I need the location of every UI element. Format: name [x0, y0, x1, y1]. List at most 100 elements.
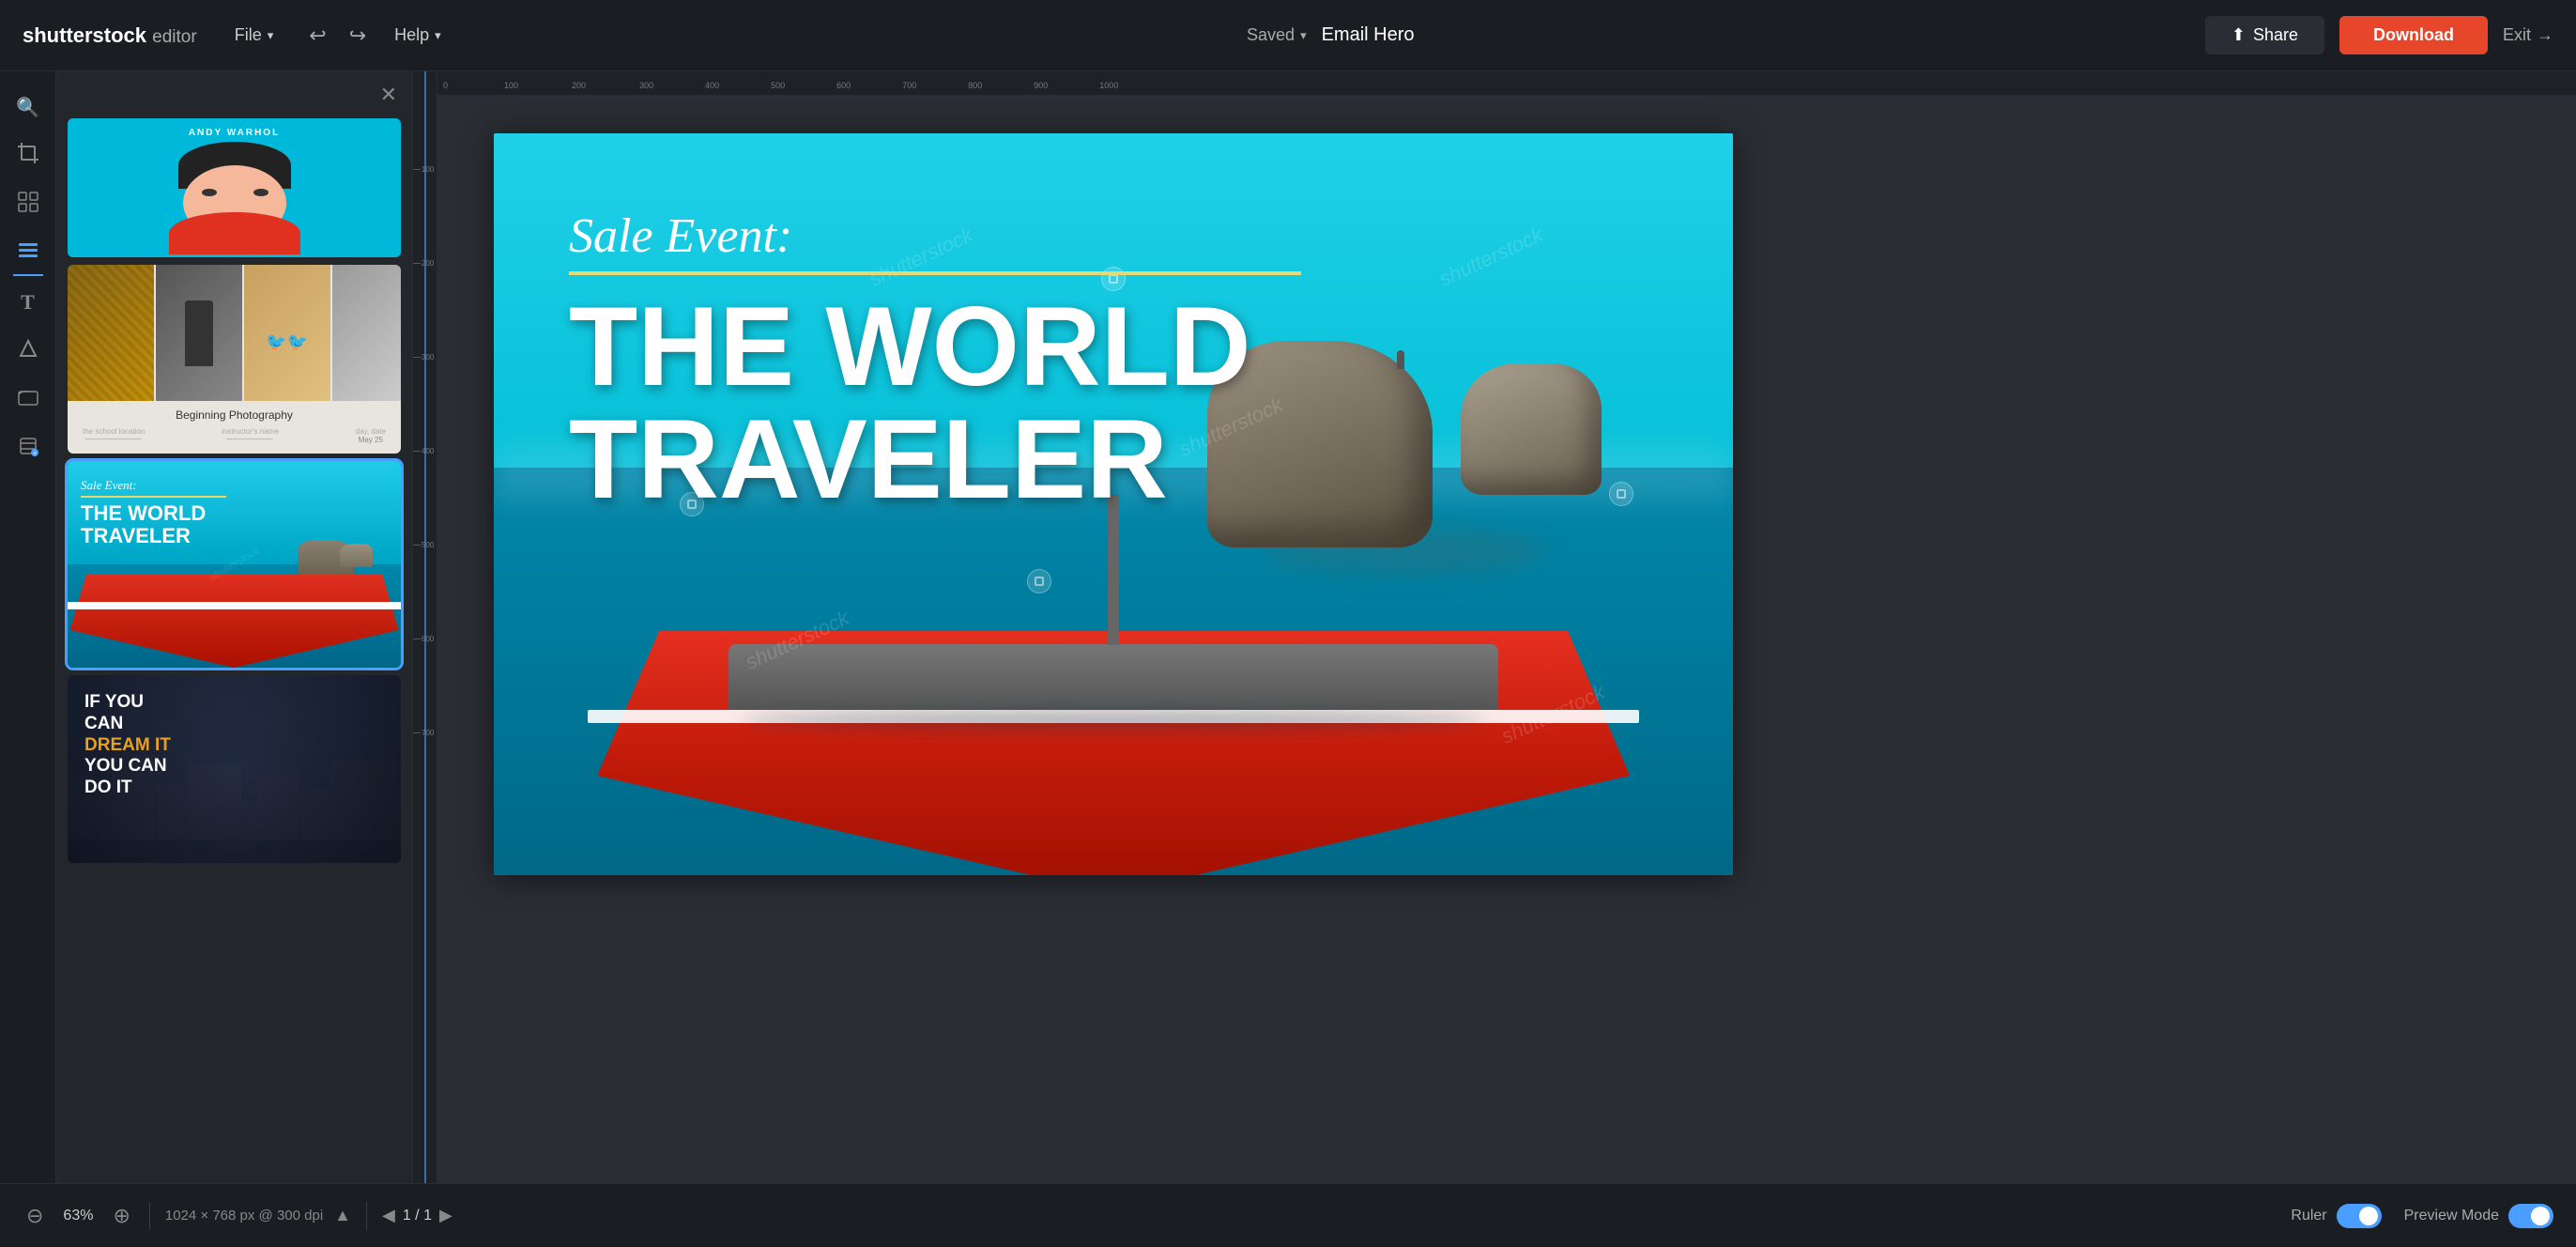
prev-page-icon: ◀	[382, 1206, 395, 1224]
help-menu-button[interactable]: Help ▾	[379, 18, 456, 53]
logo-shutterstock: shutterstock	[23, 23, 146, 47]
help-menu-label: Help	[394, 25, 429, 45]
ruler-mark-200: 200	[572, 81, 586, 90]
document-name: Email Hero	[1322, 24, 1415, 46]
center-area: Saved ▾ Email Hero	[456, 24, 2205, 46]
template-list: ANDY WARHOL	[56, 118, 412, 1183]
zoom-in-button[interactable]: ⊕	[109, 1200, 133, 1232]
ruler-mark-700: 700	[902, 81, 916, 90]
close-panel-button[interactable]: ✕	[380, 83, 397, 107]
canvas-boat-deck	[728, 644, 1498, 710]
crop-icon	[18, 143, 38, 169]
sidebar-panels-button[interactable]	[8, 233, 49, 274]
horizontal-ruler: 0 100 200 300 400 500 600	[437, 71, 2576, 96]
canvas-text-overlay[interactable]: Sale Event: THE WORLD TRAVELER	[569, 208, 1301, 516]
panel-header: ✕	[56, 71, 412, 118]
canvas-dimensions: 1024 × 768 px @ 300 dpi	[165, 1208, 323, 1224]
download-button[interactable]: Download	[2339, 16, 2488, 54]
canvas-world-line2: TRAVELER	[569, 403, 1301, 516]
template-thumb-1[interactable]: ANDY WARHOL	[68, 118, 401, 257]
redo-button[interactable]: ↪	[340, 16, 376, 55]
preview-mode-toggle[interactable]	[2508, 1204, 2553, 1228]
logo-editor: editor	[152, 27, 197, 47]
undo-redo-group: ↩ ↪	[299, 16, 376, 55]
file-menu-button[interactable]: File ▾	[220, 18, 289, 53]
exit-arrow-icon: →	[2537, 25, 2553, 45]
logo-text: shutterstock editor	[23, 23, 197, 48]
divider-2	[366, 1202, 367, 1230]
ruler-mark-1000: 1000	[1099, 81, 1118, 90]
nav-menu: File ▾ ↩ ↪ Help ▾	[220, 16, 456, 55]
zoom-out-button[interactable]: ⊖	[23, 1200, 47, 1232]
person-silhouette	[1397, 350, 1404, 369]
canvas-rock-2	[1461, 363, 1602, 495]
sidebar-folders-button[interactable]	[8, 379, 49, 421]
template-thumb-3[interactable]: Sale Event: THE WORLDTRAVELER shuttersto…	[68, 461, 401, 668]
layers-icon: +	[18, 436, 38, 462]
design-canvas[interactable]: shutterstock shutterstock shutterstock s…	[494, 133, 1733, 875]
vertical-ruler-content: 100 200 300 400 500 600	[413, 71, 437, 1183]
tmpl2-detail3-val: May 25	[359, 436, 383, 444]
ruler-mark-100: 100	[504, 81, 518, 90]
right-actions: ⬆ Share Download Exit →	[2205, 16, 2553, 54]
sidebar-search-button[interactable]: 🔍	[8, 86, 49, 128]
canvas-world-text: THE WORLD TRAVELER	[569, 290, 1301, 516]
ruler-toggle[interactable]	[2337, 1204, 2382, 1228]
tmpl4-line1: IF YOU	[84, 692, 171, 714]
file-menu-chevron: ▾	[268, 28, 274, 43]
saved-status-button[interactable]: Saved ▾	[1247, 25, 1307, 45]
exit-label: Exit	[2503, 25, 2531, 45]
text-icon: T	[21, 290, 35, 315]
preview-mode-toggle-label: Preview Mode	[2404, 1204, 2553, 1228]
canvas-info: 1024 × 768 px @ 300 dpi ▲	[165, 1206, 351, 1225]
template-thumb-2[interactable]: 🐦🐦 Beginning Photography the school loca…	[68, 265, 401, 454]
sidebar-texture-button[interactable]	[8, 184, 49, 225]
shapes-icon	[19, 339, 38, 363]
canvas-yellow-line	[569, 271, 1301, 275]
logo-area: shutterstock editor	[23, 23, 197, 48]
page-up-icon: ▲	[334, 1206, 351, 1224]
sidebar-crop-button[interactable]	[8, 135, 49, 177]
tmpl2-detail3-label: day, date	[356, 427, 386, 436]
search-icon: 🔍	[16, 96, 39, 119]
exit-button[interactable]: Exit →	[2503, 25, 2553, 45]
ruler-mark-0: 0	[443, 81, 448, 90]
ruler-mark-400: 400	[705, 81, 719, 90]
bottom-bar: ⊖ 63% ⊕ 1024 × 768 px @ 300 dpi ▲ ◀ 1 / …	[0, 1183, 2576, 1247]
next-page-button[interactable]: ▶	[439, 1206, 452, 1225]
top-navigation: shutterstock editor File ▾ ↩ ↪ Help ▾ Sa…	[0, 0, 2576, 71]
saved-label: Saved	[1247, 25, 1295, 45]
tmpl2-detail2-label: instructor's name	[222, 427, 279, 436]
sidebar-text-button[interactable]: T	[8, 282, 49, 323]
template-thumb-4[interactable]: IF YOU CAN DREAM IT YOU CAN DO IT	[68, 675, 401, 863]
zoom-in-icon: ⊕	[113, 1204, 130, 1227]
share-button[interactable]: ⬆ Share	[2205, 16, 2324, 54]
ruler-mark-300: 300	[639, 81, 653, 90]
share-icon: ⬆	[2231, 25, 2246, 45]
tmpl4-line4: YOU CAN	[84, 756, 171, 777]
panels-panel: ✕ ANDY WARHOL	[56, 71, 413, 1183]
page-up-button[interactable]: ▲	[334, 1206, 351, 1225]
tmpl3-sale: Sale Event:	[81, 478, 226, 493]
tmpl4-line2: CAN	[84, 714, 171, 735]
prev-page-button[interactable]: ◀	[382, 1206, 395, 1225]
divider-1	[149, 1202, 150, 1230]
tmpl2-title: Beginning Photography	[79, 408, 390, 422]
right-controls: Ruler Preview Mode	[2291, 1204, 2553, 1228]
sidebar-layers-button[interactable]: +	[8, 428, 49, 470]
help-menu-chevron: ▾	[435, 28, 441, 43]
sidebar-shapes-button[interactable]	[8, 331, 49, 372]
ruler-label: Ruler	[2291, 1208, 2326, 1224]
ruler-marks-container: 0 100 200 300 400 500 600	[441, 71, 1118, 95]
undo-button[interactable]: ↩	[299, 16, 335, 55]
sidebar-icons: 🔍	[0, 71, 56, 1183]
canvas-rock-reflection	[1264, 527, 1545, 574]
canvas-sale-text: Sale Event:	[569, 208, 1301, 264]
ruler-mark-900: 900	[1034, 81, 1048, 90]
canvas-scroll[interactable]: shutterstock shutterstock shutterstock s…	[437, 96, 2576, 1183]
file-menu-label: File	[235, 25, 262, 45]
ruler-mark-500: 500	[771, 81, 785, 90]
tmpl4-line5: DO IT	[84, 777, 171, 799]
preview-mode-label: Preview Mode	[2404, 1208, 2499, 1224]
ruler-toggle-label: Ruler	[2291, 1204, 2381, 1228]
